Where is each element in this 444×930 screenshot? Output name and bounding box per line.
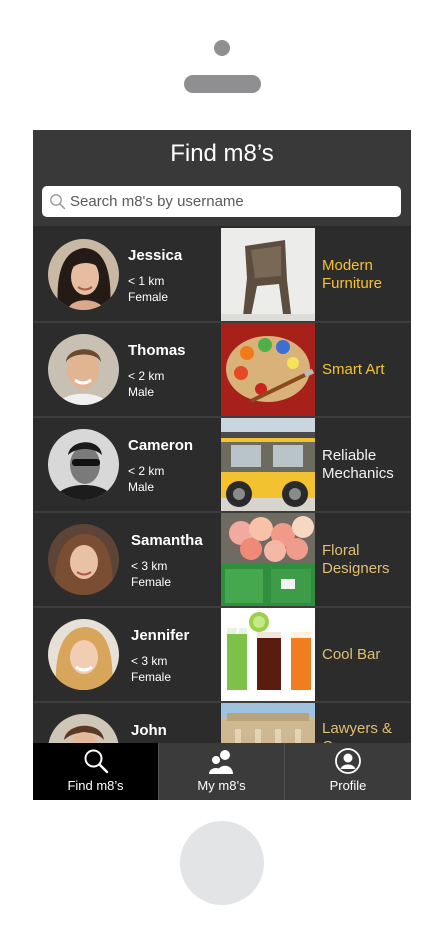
list-item[interactable]: Thomas < 2 km Male Smart Art bbox=[33, 323, 411, 416]
search-icon bbox=[84, 749, 108, 774]
person-gender: Female bbox=[131, 670, 172, 684]
person-card[interactable]: John bbox=[33, 703, 219, 743]
person-distance: < 3 km bbox=[131, 559, 168, 573]
person-name: Cameron bbox=[128, 437, 194, 454]
person-name: Jennifer bbox=[131, 627, 190, 644]
person-name: Jessica bbox=[128, 247, 183, 264]
search-input[interactable]: Search m8's by username bbox=[42, 186, 401, 217]
tab-find-m8s[interactable]: Find m8’s bbox=[33, 743, 158, 800]
avatar bbox=[48, 714, 119, 743]
service-card[interactable]: Lawyers & Co bbox=[315, 703, 411, 743]
list-item[interactable]: Cameron < 2 km Male Reliable Mechanics bbox=[33, 418, 411, 511]
profile-icon bbox=[335, 748, 361, 774]
person-distance: < 2 km bbox=[128, 369, 165, 383]
person-card[interactable]: Thomas < 2 km Male bbox=[33, 323, 219, 416]
tab-label: Profile bbox=[329, 778, 367, 793]
service-card[interactable]: Reliable Mechanics bbox=[315, 418, 411, 511]
service-name: Smart Art bbox=[322, 360, 385, 378]
service-name: Floral Designers bbox=[322, 541, 390, 577]
person-name: Samantha bbox=[131, 532, 203, 549]
person-card[interactable]: Cameron < 2 km Male bbox=[33, 418, 219, 511]
service-image[interactable] bbox=[221, 703, 315, 743]
person-card[interactable]: Jessica < 1 km Female bbox=[33, 228, 219, 321]
search-placeholder: Search m8's by username bbox=[70, 193, 244, 210]
app-screen: Find m8’s Search m8's by username Jessic… bbox=[33, 130, 411, 800]
service-name: Cool Bar bbox=[322, 645, 381, 663]
service-name: Reliable Mechanics bbox=[322, 446, 394, 482]
person-card[interactable]: Jennifer < 3 km Female bbox=[33, 608, 219, 701]
page-title: Find m8’s bbox=[170, 140, 274, 167]
header: Find m8’s Search m8's by username bbox=[33, 130, 411, 226]
tab-label: My m8’s bbox=[197, 778, 246, 793]
avatar bbox=[48, 619, 119, 690]
service-card[interactable]: Cool Bar bbox=[315, 608, 411, 701]
service-image[interactable] bbox=[221, 228, 315, 321]
tab-my-m8s[interactable]: My m8’s bbox=[158, 743, 284, 800]
person-card[interactable]: Samantha < 3 km Female bbox=[33, 513, 219, 606]
list-item[interactable]: Samantha < 3 km Female Floral Designers bbox=[33, 513, 411, 606]
avatar bbox=[48, 524, 119, 595]
tab-profile[interactable]: Profile bbox=[284, 743, 411, 800]
service-card[interactable]: Modern Furniture bbox=[315, 228, 411, 321]
person-distance: < 1 km bbox=[128, 274, 165, 288]
list-item[interactable]: Jessica < 1 km Female Modern Furniture bbox=[33, 228, 411, 321]
person-name: John bbox=[131, 722, 167, 739]
person-gender: Male bbox=[128, 385, 155, 399]
person-distance: < 3 km bbox=[131, 654, 168, 668]
service-name: Modern Furniture bbox=[322, 256, 383, 292]
avatar bbox=[48, 334, 119, 405]
tab-label: Find m8’s bbox=[67, 778, 124, 793]
person-name: Thomas bbox=[128, 342, 186, 359]
home-button[interactable] bbox=[180, 821, 264, 905]
avatar bbox=[48, 239, 119, 310]
service-card[interactable]: Smart Art bbox=[315, 323, 411, 416]
tab-bar: Find m8’s My m8’s Profile bbox=[33, 743, 411, 800]
service-image[interactable] bbox=[221, 418, 315, 511]
person-gender: Male bbox=[128, 480, 155, 494]
people-icon bbox=[208, 750, 233, 774]
search-icon bbox=[50, 194, 66, 210]
list-item[interactable]: John Lawyers & Co bbox=[33, 703, 411, 743]
service-image[interactable] bbox=[221, 608, 315, 701]
service-name: Lawyers & Co bbox=[322, 720, 393, 743]
phone-speaker bbox=[184, 75, 261, 93]
service-image[interactable] bbox=[221, 513, 315, 606]
person-gender: Female bbox=[131, 575, 172, 589]
phone-camera bbox=[214, 40, 230, 56]
person-gender: Female bbox=[128, 290, 169, 304]
m8-list[interactable]: Jessica < 1 km Female Modern Furniture T… bbox=[33, 228, 411, 743]
person-distance: < 2 km bbox=[128, 464, 165, 478]
service-card[interactable]: Floral Designers bbox=[315, 513, 411, 606]
list-item[interactable]: Jennifer < 3 km Female Cool Bar bbox=[33, 608, 411, 701]
avatar bbox=[48, 429, 119, 500]
service-image[interactable] bbox=[221, 323, 315, 416]
